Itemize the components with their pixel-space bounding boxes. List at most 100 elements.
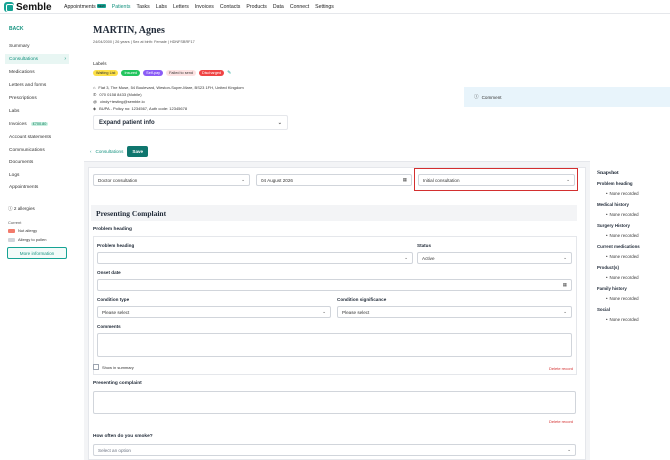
insurance-text: BUPA - Policy no: 1234567, Auth code: 12… bbox=[99, 106, 188, 111]
select-value: Please select bbox=[342, 309, 370, 315]
labels-heading: Labels bbox=[93, 61, 107, 66]
allergy-alert-icon: ⓘ bbox=[8, 206, 13, 211]
nav-data[interactable]: Data bbox=[273, 4, 284, 10]
calendar-icon: ▦ bbox=[562, 282, 567, 287]
patient-address: ⌂ Flat 3, The Muse, 54 Boulevard, Weston-… bbox=[93, 85, 244, 90]
status-select[interactable]: Active ⌄ bbox=[417, 252, 572, 264]
onset-date-input[interactable]: ▦ bbox=[97, 279, 572, 291]
checkbox-label: Show in summary bbox=[102, 364, 134, 370]
snapshot-heading: Product(s) bbox=[597, 265, 619, 270]
label-pill: Waiting List bbox=[93, 70, 119, 76]
expand-patient-info[interactable]: Expand patient info ⌄ bbox=[93, 115, 288, 130]
delete-record-link[interactable]: Delete record bbox=[549, 366, 573, 371]
problem-heading-group-label: Problem heading bbox=[93, 227, 132, 232]
allergy-color-swatch bbox=[8, 228, 15, 233]
sidebar-item-communications[interactable]: Communications bbox=[5, 145, 69, 155]
nav-tasks[interactable]: Tasks bbox=[136, 4, 149, 10]
nav-settings[interactable]: Settings bbox=[315, 4, 334, 10]
save-button[interactable]: Save bbox=[127, 146, 149, 157]
consultation-type-select[interactable]: Doctor consultation ⌄ bbox=[93, 174, 250, 186]
label-pill: Insured bbox=[121, 70, 141, 76]
snapshot-value: • None recorded bbox=[606, 191, 639, 196]
sidebar-item-labs[interactable]: Labs bbox=[5, 106, 69, 116]
snapshot-value: • None recorded bbox=[606, 275, 639, 280]
select-value: Doctor consultation bbox=[98, 177, 138, 183]
condition-type-label: Condition type bbox=[97, 297, 130, 302]
chevron-down-icon: ⌄ bbox=[277, 119, 282, 126]
consultations-link[interactable]: Consultations bbox=[96, 149, 124, 154]
semble-logo[interactable]: Semble bbox=[4, 1, 52, 13]
smoking-question-label: How often do you smoke? bbox=[93, 434, 153, 439]
snapshot-title: Snapshot bbox=[597, 170, 619, 176]
nav-contacts[interactable]: Contacts bbox=[220, 4, 240, 10]
allergy-label: Nut allergy bbox=[18, 228, 38, 233]
condition-significance-select[interactable]: Please select ⌄ bbox=[337, 306, 572, 318]
snapshot-value-text: None recorded bbox=[609, 212, 639, 217]
bullet: • bbox=[606, 233, 608, 238]
semble-logo-icon bbox=[4, 2, 14, 12]
back-link[interactable]: BACK bbox=[9, 26, 23, 32]
nav-patients[interactable]: Patients bbox=[112, 4, 131, 10]
sidebar-item-prescriptions[interactable]: Prescriptions bbox=[5, 93, 69, 103]
patient-phone: ✆ 070 0158 8433 (Mobile) bbox=[93, 92, 142, 97]
bullet: • bbox=[606, 254, 608, 259]
delete-record-link[interactable]: Delete record bbox=[549, 419, 573, 424]
address-text: Flat 3, The Muse, 54 Boulevard, Weston-S… bbox=[98, 85, 244, 90]
chevron-down-icon: ⌄ bbox=[322, 309, 326, 314]
presenting-complaint-label: Presenting complaint bbox=[93, 381, 142, 386]
smoking-select[interactable]: Select an option ⌄ bbox=[93, 444, 576, 456]
comments-textarea[interactable] bbox=[97, 333, 572, 357]
app-name: Semble bbox=[16, 1, 52, 13]
snapshot-value-text: None recorded bbox=[609, 233, 639, 238]
nav-letters[interactable]: Letters bbox=[173, 4, 189, 10]
nav-labs[interactable]: Labs bbox=[156, 4, 167, 10]
show-in-summary-checkbox[interactable]: Show in summary bbox=[93, 364, 134, 370]
snapshot-value: • None recorded bbox=[606, 212, 639, 217]
nav-appointments[interactable]: Appointments NEW bbox=[64, 4, 106, 10]
bullet: • bbox=[606, 212, 608, 217]
snapshot-value: • None recorded bbox=[606, 233, 639, 238]
select-value: Active bbox=[422, 255, 435, 261]
allergy-label: Allergy to pollen bbox=[18, 237, 47, 242]
allergy-color-swatch bbox=[8, 237, 15, 242]
sidebar-item-summary[interactable]: Summary bbox=[5, 41, 69, 51]
consultation-date-input[interactable]: 04 August 2026 ▦ bbox=[256, 174, 412, 186]
sidebar-item-invoices[interactable]: Invoices £700.80 bbox=[5, 119, 69, 129]
edit-labels-icon[interactable]: ✎ bbox=[227, 70, 231, 76]
phone-text: 070 0158 8433 (Mobile) bbox=[99, 92, 142, 97]
select-value: Select an option bbox=[98, 447, 131, 453]
label-pill: Failed to send bbox=[166, 70, 196, 76]
email-icon: @ bbox=[93, 99, 98, 104]
phone-icon: ✆ bbox=[93, 92, 97, 97]
select-value: Please select bbox=[102, 309, 130, 315]
nav-products[interactable]: Products bbox=[246, 4, 266, 10]
snapshot-value: • None recorded bbox=[606, 317, 639, 322]
comment-box[interactable]: ⓘ Comment bbox=[464, 87, 670, 107]
comment-label: Comment bbox=[481, 94, 502, 100]
sidebar-item-consultations[interactable]: Consultations › bbox=[5, 54, 69, 64]
chevron-left-icon[interactable]: ‹ bbox=[90, 149, 92, 154]
sidebar-item-documents[interactable]: Documents bbox=[5, 157, 69, 167]
problem-heading-select[interactable]: ⌄ bbox=[97, 252, 413, 264]
condition-type-select[interactable]: Please select ⌄ bbox=[97, 306, 331, 318]
sidebar-item-account-statements[interactable]: Account statements bbox=[5, 132, 69, 142]
sidebar-item-label: Invoices bbox=[9, 121, 27, 127]
patient-insurance: ◈ BUPA - Policy no: 1234567, Auth code: 1… bbox=[93, 106, 187, 111]
chevron-down-icon: ⌄ bbox=[241, 177, 245, 182]
main-nav: Appointments NEW Patients Tasks Labs Lett… bbox=[64, 0, 334, 14]
presenting-complaint-textarea[interactable] bbox=[93, 391, 576, 414]
invoice-balance-badge: £700.80 bbox=[30, 122, 49, 126]
date-value: 04 August 2026 bbox=[261, 177, 293, 183]
bullet: • bbox=[606, 296, 608, 301]
snapshot-value-text: None recorded bbox=[609, 317, 639, 322]
nav-connect[interactable]: Connect bbox=[290, 4, 309, 10]
section-title: Presenting Complaint bbox=[91, 205, 577, 221]
status-label: Status bbox=[417, 243, 432, 248]
nav-invoices[interactable]: Invoices bbox=[195, 4, 214, 10]
sidebar-item-medications[interactable]: Medications bbox=[5, 67, 69, 77]
sidebar-item-logs[interactable]: Logs bbox=[5, 170, 69, 180]
sidebar-item-letters-and-forms[interactable]: Letters and forms bbox=[5, 80, 69, 90]
sidebar-item-appointments[interactable]: Appointments bbox=[5, 182, 69, 192]
more-information-button[interactable]: More information bbox=[7, 247, 67, 259]
bullet: • bbox=[606, 317, 608, 322]
